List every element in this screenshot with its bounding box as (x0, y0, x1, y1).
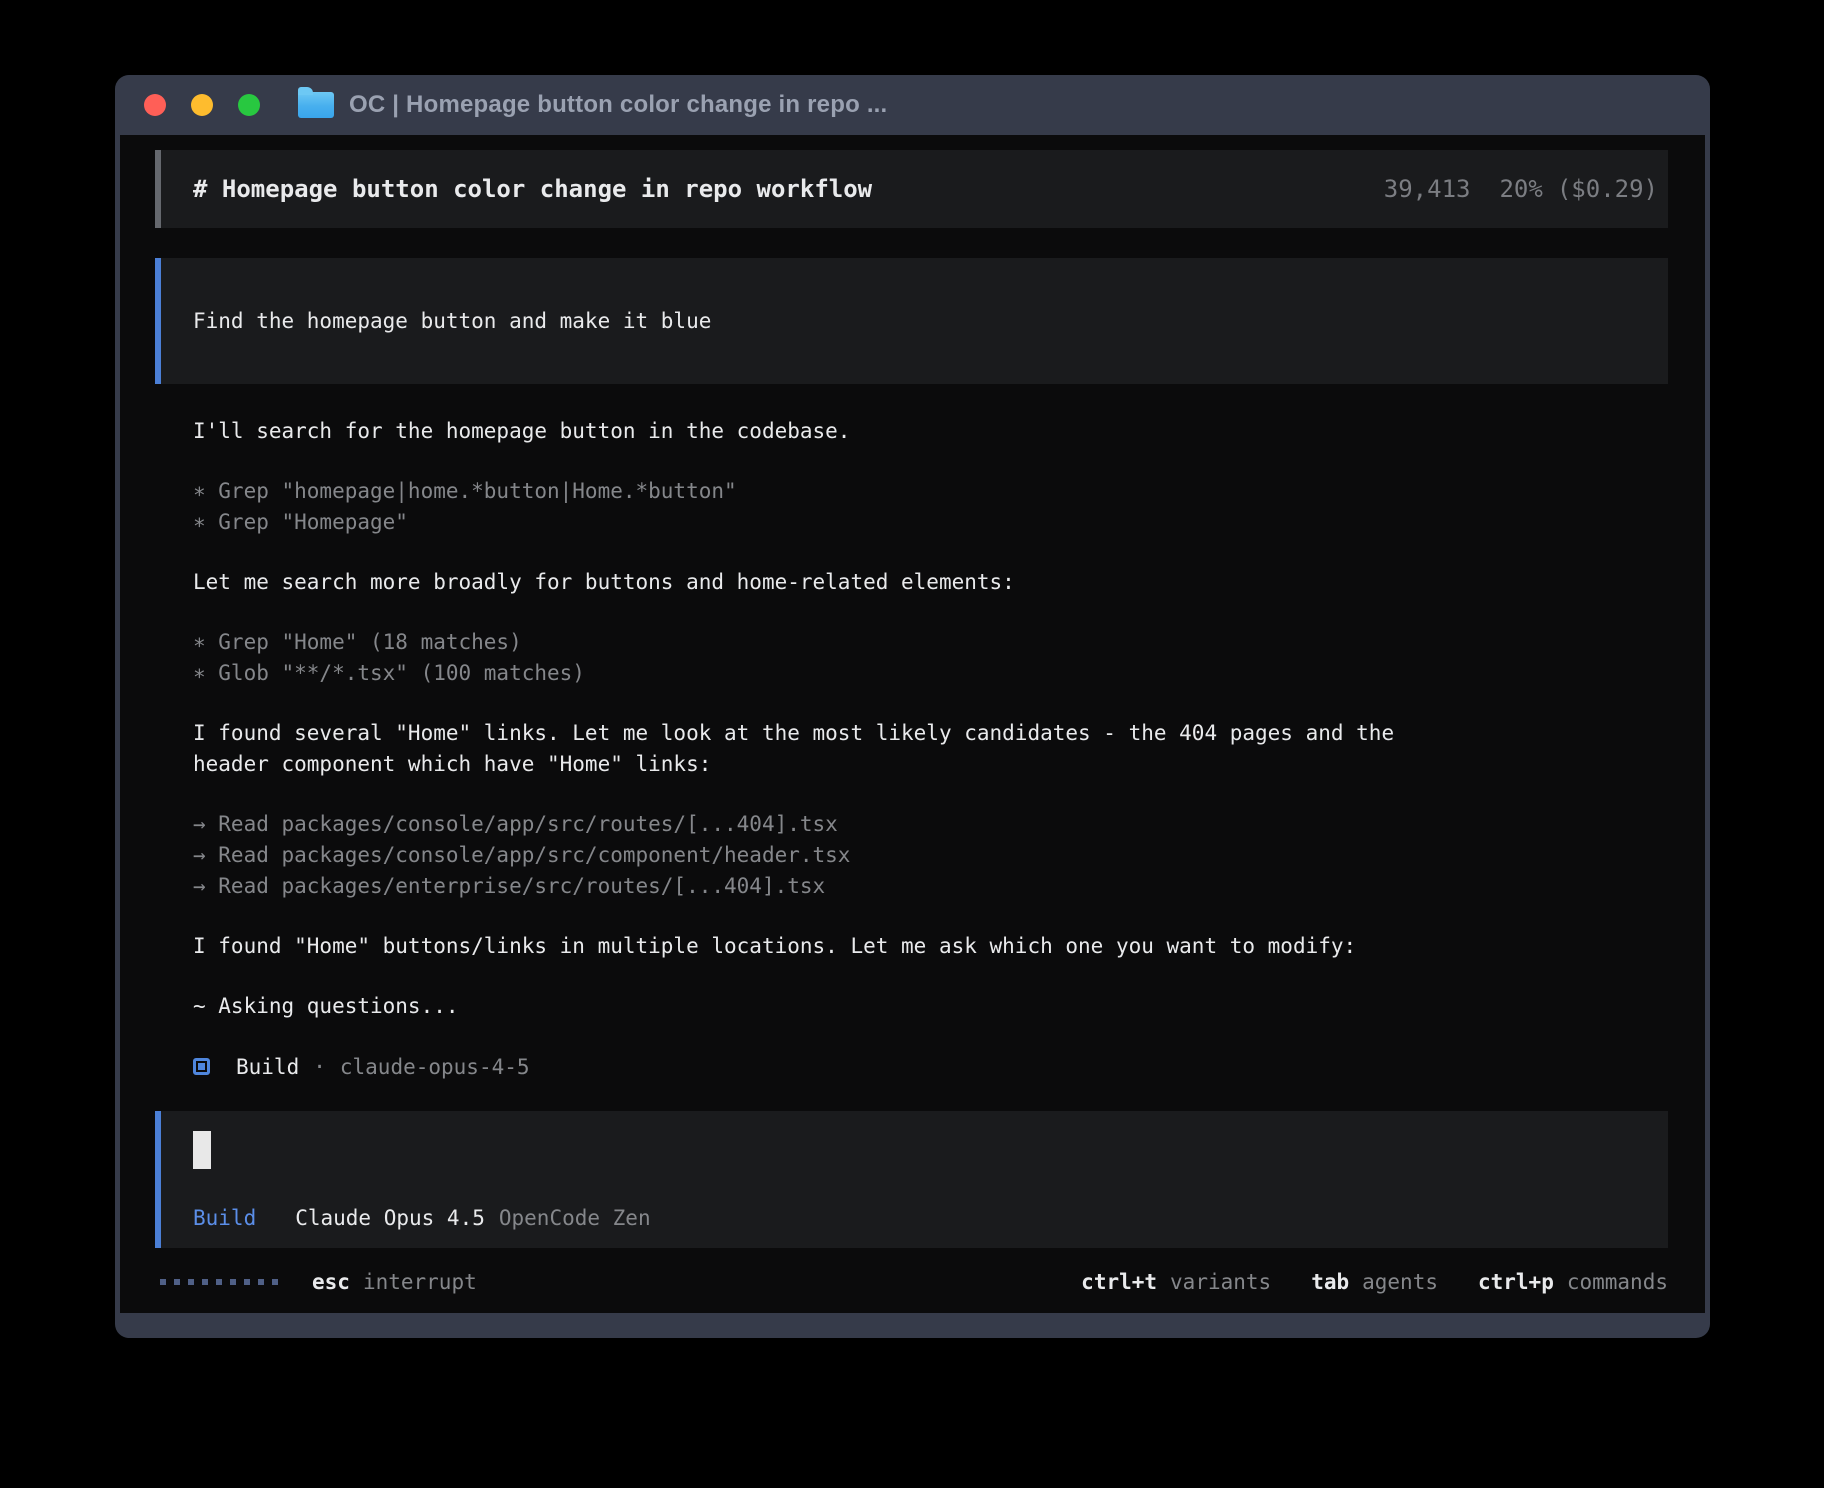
assistant-paragraph: Let me search more broadly for buttons a… (193, 567, 1408, 598)
conversation: I'll search for the homepage button in t… (193, 416, 1408, 1051)
spinner-dot (174, 1279, 180, 1285)
session-title: # Homepage button color change in repo w… (193, 175, 872, 203)
close-button[interactable] (144, 94, 166, 116)
spinner-dot (258, 1279, 264, 1285)
minimize-button[interactable] (191, 94, 213, 116)
tool-call-line: → Read packages/enterprise/src/routes/[.… (193, 871, 1408, 902)
user-message-text: Find the homepage button and make it blu… (193, 309, 711, 333)
input-model-label: Claude Opus 4.5 (295, 1206, 485, 1230)
spinner-dot (216, 1279, 222, 1285)
agent-square-icon (193, 1058, 210, 1075)
context-percent: 20% (1499, 175, 1542, 203)
shortcut-agents: tab agents (1311, 1270, 1438, 1294)
shortcut-commands: ctrl+p commands (1478, 1270, 1668, 1294)
esc-key: esc (312, 1270, 350, 1294)
spinner-dots (160, 1279, 278, 1285)
token-count: 39,413 (1384, 175, 1471, 203)
text-cursor (193, 1131, 211, 1169)
shortcut-label: commands (1567, 1270, 1668, 1294)
zoom-button[interactable] (238, 94, 260, 116)
session-cost: ($0.29) (1557, 175, 1658, 203)
shortcut-label: variants (1170, 1270, 1271, 1294)
folder-icon (298, 92, 334, 118)
terminal-window: OC | Homepage button color change in rep… (115, 75, 1710, 1338)
spinner-dot (230, 1279, 236, 1285)
agent-status-row: Build · claude-opus-4-5 (193, 1051, 1668, 1082)
spinner-dot (188, 1279, 194, 1285)
traffic-lights (144, 94, 260, 116)
assistant-text-line: I found several "Home" links. Let me loo… (193, 718, 1408, 780)
tool-call-group: → Read packages/console/app/src/routes/[… (193, 809, 1408, 902)
window-title: OC | Homepage button color change in rep… (349, 91, 887, 119)
assistant-text-line: I'll search for the homepage button in t… (193, 416, 1408, 447)
tool-call-line: ∗ Grep "Home" (18 matches) (193, 627, 1408, 658)
tool-call-line: ∗ Grep "Homepage" (193, 507, 1408, 538)
terminal-content: # Homepage button color change in repo w… (120, 135, 1705, 1313)
agent-name: Build (236, 1055, 299, 1079)
status-bar: esc interrupt ctrl+t variants tab agents… (155, 1262, 1668, 1302)
user-message: Find the homepage button and make it blu… (155, 258, 1668, 384)
input-agent-label: Build (193, 1206, 256, 1230)
spinner-dot (160, 1279, 166, 1285)
tool-call-group: ∗ Grep "homepage|home.*button|Home.*butt… (193, 476, 1408, 538)
tool-call-line: → Read packages/console/app/src/componen… (193, 840, 1408, 871)
esc-label: interrupt (363, 1270, 477, 1294)
spinner-dot (244, 1279, 250, 1285)
shortcut-key: tab (1311, 1270, 1349, 1294)
assistant-text-line: Let me search more broadly for buttons a… (193, 567, 1408, 598)
prompt-input[interactable]: Build Claude Opus 4.5 OpenCode Zen (155, 1111, 1668, 1248)
assistant-text-line: ~ Asking questions... (193, 991, 1408, 1022)
session-header: # Homepage button color change in repo w… (155, 150, 1668, 228)
input-meta: Build Claude Opus 4.5 OpenCode Zen (193, 1206, 1644, 1230)
shortcut-variants: ctrl+t variants (1081, 1270, 1271, 1294)
shortcut-label: agents (1362, 1270, 1438, 1294)
tool-call-line: ∗ Grep "homepage|home.*button|Home.*butt… (193, 476, 1408, 507)
input-provider-label: OpenCode Zen (499, 1206, 651, 1230)
shortcut-key: ctrl+p (1478, 1270, 1554, 1294)
agent-separator: · (313, 1055, 326, 1079)
agent-model: claude-opus-4-5 (340, 1055, 530, 1079)
assistant-paragraph: I found "Home" buttons/links in multiple… (193, 931, 1408, 962)
tool-call-line: → Read packages/console/app/src/routes/[… (193, 809, 1408, 840)
spinner-dot (272, 1279, 278, 1285)
shortcut-key: ctrl+t (1081, 1270, 1157, 1294)
window-titlebar: OC | Homepage button color change in rep… (120, 75, 1705, 135)
session-stats: 39,413 20% ($0.29) (1384, 175, 1658, 203)
assistant-paragraph: ~ Asking questions... (193, 991, 1408, 1022)
assistant-text-line: I found "Home" buttons/links in multiple… (193, 931, 1408, 962)
tool-call-group: ∗ Grep "Home" (18 matches)∗ Glob "**/*.t… (193, 627, 1408, 689)
tool-call-line: ∗ Glob "**/*.tsx" (100 matches) (193, 658, 1408, 689)
spinner-dot (202, 1279, 208, 1285)
assistant-paragraph: I found several "Home" links. Let me loo… (193, 718, 1408, 780)
assistant-paragraph: I'll search for the homepage button in t… (193, 416, 1408, 447)
